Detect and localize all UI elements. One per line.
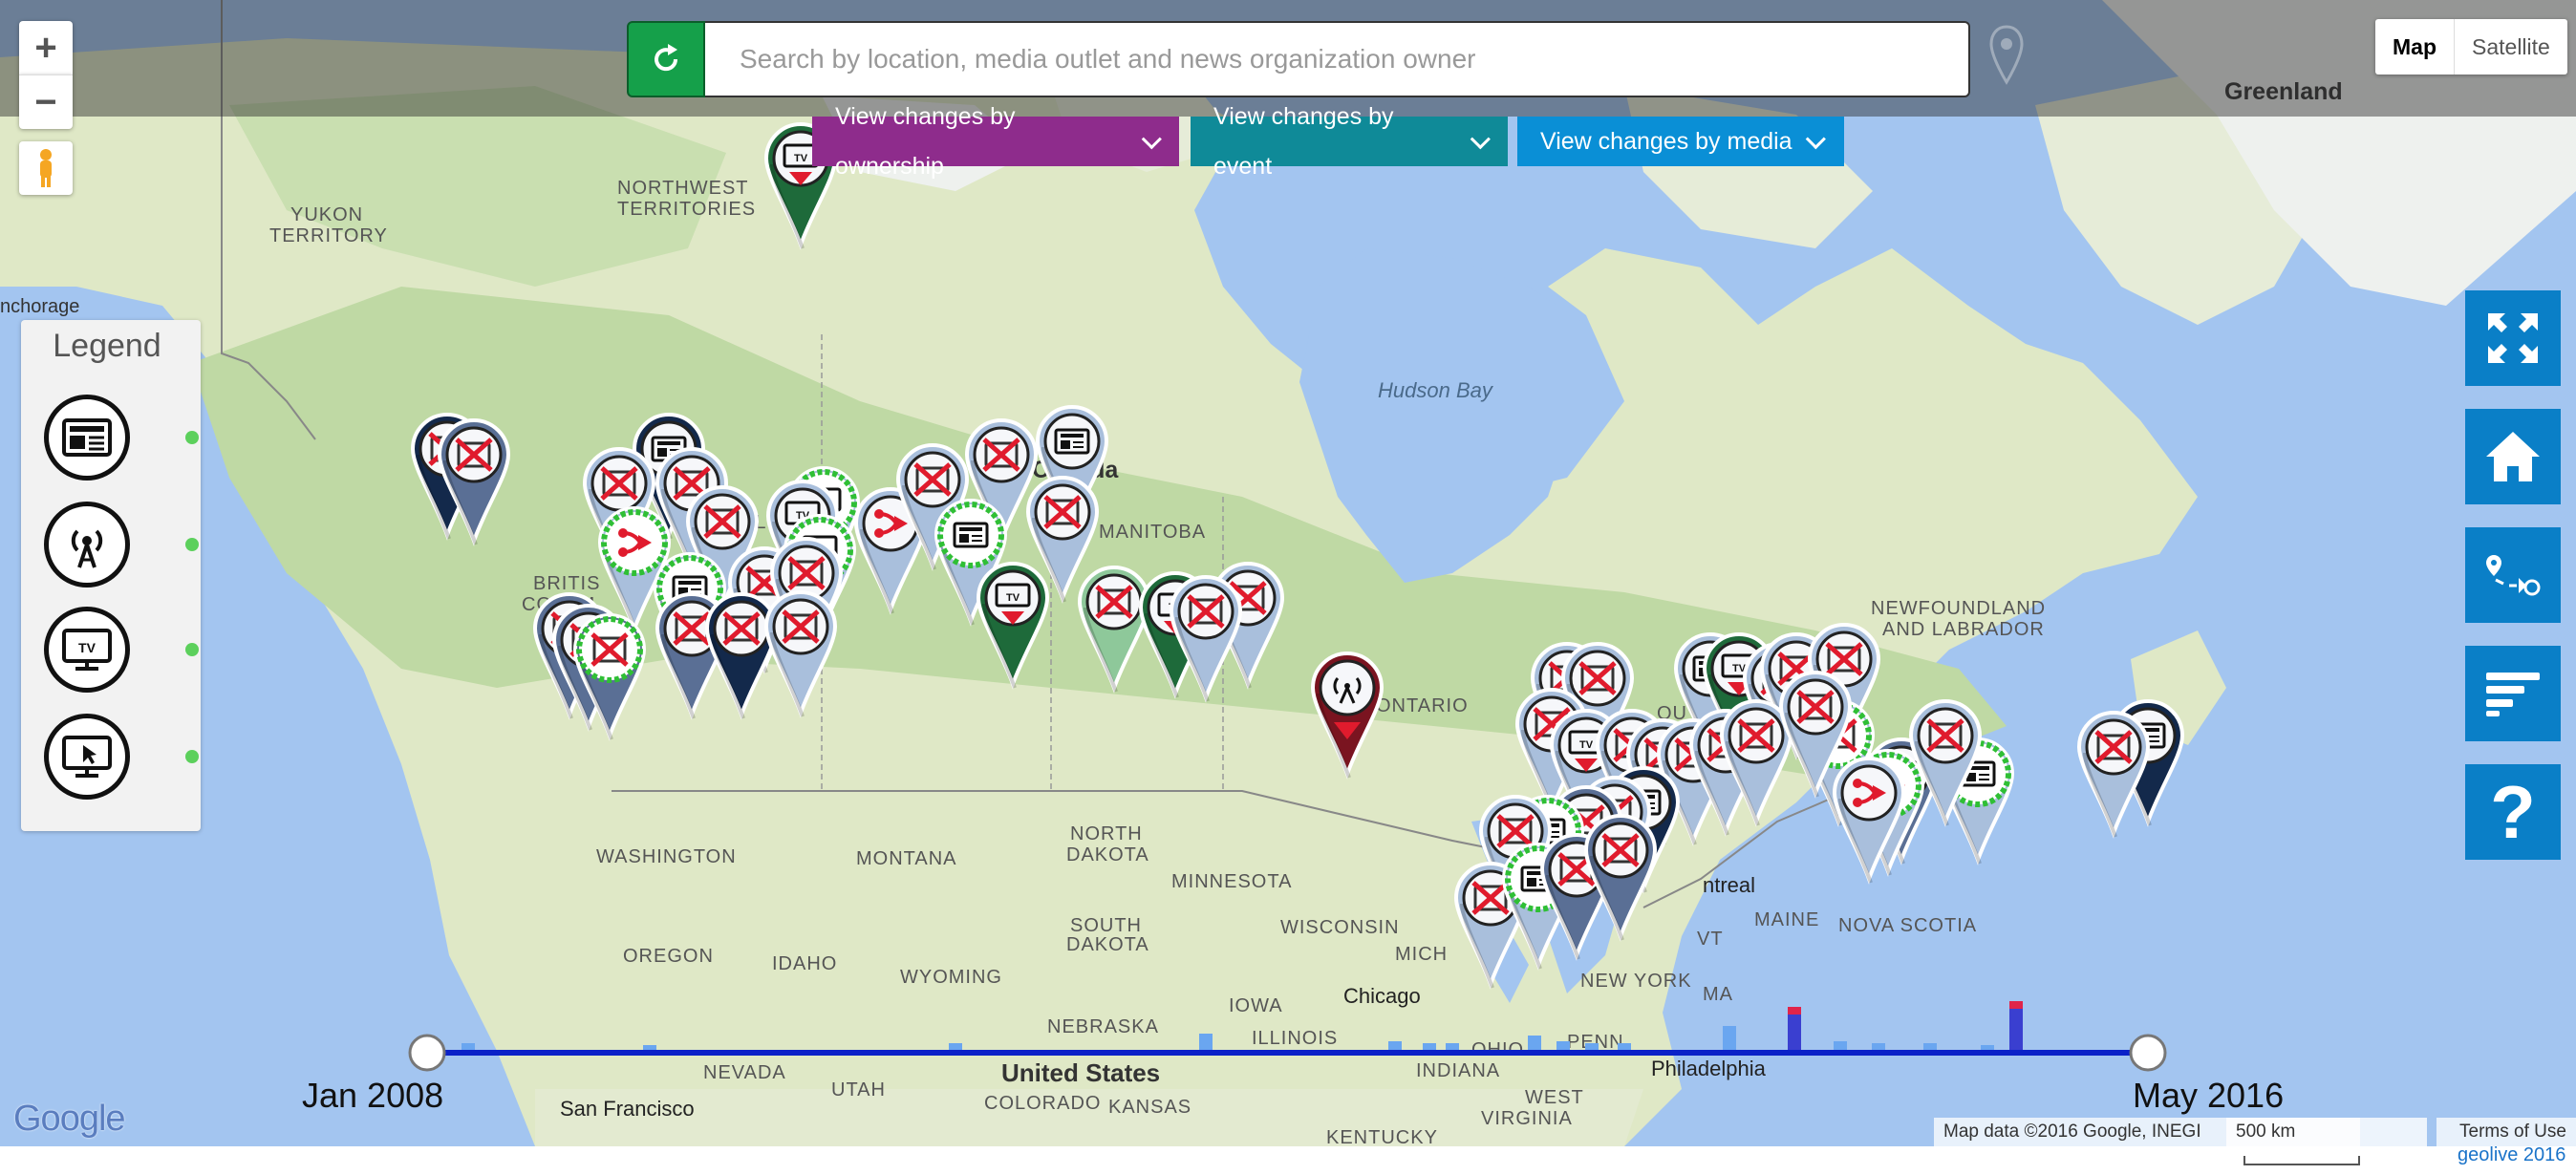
pegman-icon: [40, 149, 52, 187]
google-logo-text: Google: [13, 1099, 126, 1139]
map-type-satellite-button[interactable]: Satellite: [2455, 19, 2567, 75]
map-type-control: Map Satellite: [2375, 19, 2567, 75]
search-bar: [627, 21, 1970, 97]
scale-ruler: [2243, 1155, 2360, 1165]
legend-title: Legend: [53, 328, 161, 364]
refresh-button[interactable]: [627, 21, 705, 97]
filter-ownership-button[interactable]: View changes by ownership: [812, 103, 1179, 180]
footer-link[interactable]: geolive 2016: [2458, 1145, 2565, 1164]
timeline-histogram-bar: [949, 1043, 962, 1051]
fullscreen-button[interactable]: [2465, 290, 2561, 386]
street-view-pegman[interactable]: [19, 141, 73, 195]
zoom-out-button[interactable]: −: [19, 75, 73, 129]
chevron-down-icon: [1805, 128, 1826, 149]
map-pin-icon: [1989, 25, 2024, 93]
fullscreen-icon: [2488, 313, 2538, 363]
search-input[interactable]: [705, 21, 1970, 97]
google-logo: Google: [13, 1099, 126, 1140]
zoom-in-button[interactable]: +: [19, 21, 73, 75]
timeline-histogram-bar: [1618, 1043, 1631, 1051]
timeline-histogram-bar: [1788, 1015, 1801, 1051]
filter-event-label: View changes by event: [1213, 103, 1394, 180]
timeline-histogram-bar: [1872, 1043, 1885, 1051]
filter-ownership-label: View changes by ownership: [835, 103, 1016, 180]
help-button[interactable]: ?: [2465, 764, 2561, 860]
route-icon: [2486, 555, 2541, 596]
chevron-down-icon: [1141, 128, 1162, 149]
legend-status-dot: [185, 431, 199, 444]
timeline-histogram-bar: [1834, 1041, 1847, 1051]
timeline-histogram-bar: [1556, 1041, 1570, 1051]
timeline-histogram-bar: [1199, 1034, 1213, 1051]
newspaper-icon[interactable]: [44, 395, 130, 481]
legend-panel: Legend TV: [21, 320, 201, 831]
timeline-histogram-peak: [1788, 1007, 1801, 1015]
scale-bar: 500 km: [2226, 1118, 2427, 1165]
help-icon: ?: [2490, 769, 2536, 854]
refresh-icon: [655, 44, 678, 72]
timeline-histogram-bar: [462, 1043, 475, 1051]
legend-status-dot: [185, 643, 199, 656]
list-button[interactable]: [2465, 646, 2561, 741]
timeline-end-handle[interactable]: [2129, 1034, 2167, 1072]
filter-media-label: View changes by media: [1540, 128, 1792, 155]
scale-label: 500 km: [2236, 1122, 2296, 1142]
timeline-histogram-bar: [1923, 1043, 1937, 1051]
timeline-histogram-bar: [1528, 1036, 1541, 1051]
timeline-histogram-bar: [1423, 1043, 1436, 1051]
timeline-histogram-bar: [1446, 1043, 1459, 1051]
svg-text:TV: TV: [78, 640, 97, 655]
timeline-histogram-bar: [1585, 1043, 1599, 1051]
online-media-icon[interactable]: [44, 714, 130, 800]
route-button[interactable]: [2465, 527, 2561, 623]
timeline-histogram-bar: [1723, 1026, 1736, 1051]
list-icon: [2486, 673, 2540, 716]
timeline-histogram-bar: [1388, 1041, 1402, 1051]
timeline-end-label: May 2016: [2133, 1076, 2285, 1115]
radio-tower-icon[interactable]: [44, 502, 130, 588]
terms-of-use-link[interactable]: Terms of Use: [2436, 1118, 2576, 1146]
tv-icon[interactable]: TV: [44, 607, 130, 693]
chevron-down-icon: [1470, 128, 1491, 149]
filter-event-button[interactable]: View changes by event: [1191, 103, 1508, 180]
timeline-start-label: Jan 2008: [302, 1076, 444, 1115]
timeline-histogram-bar: [2009, 1009, 2023, 1051]
timeline-histogram-peak: [2009, 1001, 2023, 1009]
map-type-map-button[interactable]: Map: [2375, 19, 2455, 75]
home-button[interactable]: [2465, 409, 2561, 504]
timeline-start-handle[interactable]: [408, 1034, 446, 1072]
home-icon: [2486, 432, 2540, 481]
legend-status-dot: [185, 538, 199, 551]
legend-status-dot: [185, 750, 199, 763]
filter-media-button[interactable]: View changes by media: [1517, 117, 1844, 166]
